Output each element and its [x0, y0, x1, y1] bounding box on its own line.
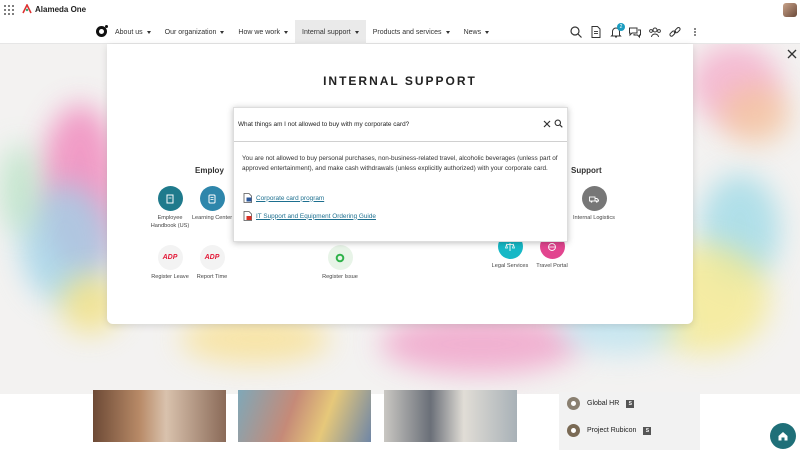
list-item-label: Global HR [587, 400, 620, 407]
nav-item-news[interactable]: News [457, 20, 497, 44]
brand-logo-icon [22, 4, 32, 14]
nav-item-label: Products and services [372, 28, 442, 36]
search-result-link[interactable]: IT Support and Equipment Ordering Guide [243, 211, 376, 221]
chat-icon[interactable] [628, 25, 642, 39]
nav-item-label: News [463, 28, 482, 36]
chevron-down-icon [146, 30, 151, 34]
word-doc-icon [243, 193, 252, 203]
nav-item-label: Internal support [302, 28, 351, 36]
tile-label: Travel Portal [536, 263, 568, 269]
nav-item-internal-support[interactable]: Internal support [295, 20, 366, 44]
tile-internal-logistics[interactable]: Internal Logistics [569, 186, 619, 222]
tile-learning-center[interactable]: Learning Center [187, 186, 237, 222]
truck-icon [581, 186, 607, 211]
bell-icon[interactable]: 2 [609, 23, 625, 39]
nav-item-products-and-services[interactable]: Products and services [366, 20, 457, 44]
app-bar: Alameda One [0, 0, 800, 20]
search-icon[interactable] [569, 25, 583, 39]
sharepoint-icon: S [643, 426, 652, 435]
chevron-down-icon [220, 30, 225, 34]
adp-logo-icon: ADP [199, 245, 225, 270]
news-image[interactable] [93, 390, 226, 442]
tile-label: Learning Center [191, 215, 233, 221]
home-icon [778, 432, 788, 441]
site-icon [567, 424, 580, 437]
group-label-support: Support [571, 166, 602, 175]
search-result-link[interactable]: Corporate card program [243, 193, 324, 203]
result-label: Corporate card program [256, 194, 325, 202]
tile-label: Register Issue [322, 274, 358, 280]
book-icon [199, 186, 225, 211]
search-input[interactable] [238, 121, 528, 128]
nav-item-label: Our organization [164, 28, 217, 36]
notification-count-badge: 2 [617, 23, 625, 31]
nav-menu: About us Our organization How we work In… [108, 20, 496, 44]
site-nav: About us Our organization How we work In… [0, 20, 800, 44]
list-item-label: Project Rubicon [587, 427, 637, 434]
home-button[interactable] [770, 423, 796, 449]
handbook-icon [157, 186, 183, 211]
search-panel: You are not allowed to buy personal purc… [233, 107, 568, 242]
chevron-down-icon [284, 30, 289, 34]
news-image[interactable] [384, 390, 517, 442]
adp-logo-text: ADP [162, 253, 178, 261]
search-answer: You are not allowed to buy personal purc… [242, 155, 558, 172]
tile-label: Register Leave [151, 274, 189, 280]
news-image[interactable] [238, 390, 371, 442]
clear-icon[interactable] [543, 120, 551, 128]
group-label-employee: Employ [195, 166, 224, 175]
list-item-global-hr[interactable]: Global HR S [567, 397, 635, 410]
tile-report-time[interactable]: ADP Report Time [187, 245, 237, 281]
chevron-down-icon [485, 30, 490, 34]
chevron-down-icon [445, 30, 450, 34]
sharepoint-icon: S [626, 399, 635, 408]
search-box [234, 108, 567, 142]
page-title: INTERNAL SUPPORT [323, 74, 477, 88]
search-icon[interactable] [554, 119, 563, 128]
site-logo-icon[interactable] [96, 25, 108, 37]
nav-item-about-us[interactable]: About us [108, 20, 158, 44]
support-ring-icon [327, 245, 353, 270]
list-item-project-rubicon[interactable]: Project Rubicon S [567, 424, 652, 437]
brand[interactable]: Alameda One [22, 4, 86, 14]
tile-register-issue[interactable]: Register Issue [315, 245, 365, 281]
chevron-down-icon [354, 30, 359, 34]
adp-logo-icon: ADP [157, 245, 183, 270]
result-label: IT Support and Equipment Ordering Guide [256, 212, 376, 220]
link-icon[interactable] [668, 25, 682, 39]
site-icon [567, 397, 580, 410]
people-icon[interactable] [648, 25, 662, 39]
user-avatar[interactable] [783, 3, 797, 17]
more-options-icon[interactable] [688, 25, 702, 39]
adp-logo-text: ADP [204, 253, 220, 261]
app-launcher-icon[interactable] [4, 5, 14, 15]
brand-name: Alameda One [35, 4, 87, 14]
pdf-doc-icon [243, 211, 252, 221]
tile-label: Employee Handbook (US) [150, 215, 190, 229]
close-icon[interactable] [786, 48, 798, 60]
tile-label: Report Time [196, 274, 228, 280]
nav-item-our-organization[interactable]: Our organization [158, 20, 232, 44]
nav-item-label: About us [115, 28, 143, 36]
document-icon[interactable] [589, 25, 603, 39]
nav-item-how-we-work[interactable]: How we work [231, 20, 295, 44]
site-links-list: Global HR S Project Rubicon S [559, 392, 700, 450]
nav-item-label: How we work [238, 28, 281, 36]
tile-label: Legal Services [491, 263, 529, 269]
tile-label: Internal Logistics [573, 215, 615, 221]
